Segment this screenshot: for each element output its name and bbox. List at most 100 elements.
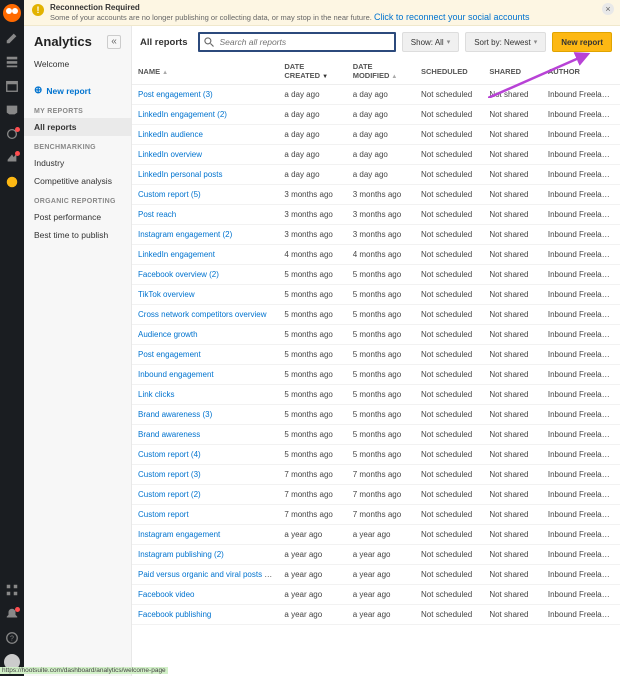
table-row[interactable]: Post engagement (3)a day agoa day agoNot… xyxy=(132,85,620,105)
analytics-icon[interactable] xyxy=(4,174,20,190)
cell-shared: Not shared xyxy=(483,505,542,525)
table-row[interactable]: Link clicks5 months ago5 months agoNot s… xyxy=(132,385,620,405)
report-link[interactable]: Facebook publishing xyxy=(138,610,211,619)
table-row[interactable]: Brand awareness5 months ago5 months agoN… xyxy=(132,425,620,445)
table-row[interactable]: Post reach3 months ago3 months agoNot sc… xyxy=(132,205,620,225)
table-row[interactable]: Cross network competitors overview5 mont… xyxy=(132,305,620,325)
table-row[interactable]: LinkedIn engagement (2)a day agoa day ag… xyxy=(132,105,620,125)
report-link[interactable]: Cross network competitors overview xyxy=(138,310,266,319)
table-row[interactable]: LinkedIn engagement4 months ago4 months … xyxy=(132,245,620,265)
ads-icon[interactable] xyxy=(4,150,20,166)
col-shared[interactable]: SHARED xyxy=(483,58,542,85)
table-row[interactable]: Custom report7 months ago7 months agoNot… xyxy=(132,505,620,525)
cell-scheduled: Not scheduled xyxy=(415,605,483,625)
table-row[interactable]: Instagram engagement (2)3 months ago3 mo… xyxy=(132,225,620,245)
cell-scheduled: Not scheduled xyxy=(415,165,483,185)
report-link[interactable]: TikTok overview xyxy=(138,290,195,299)
cell-name: Instagram engagement (2) xyxy=(132,225,278,245)
report-link[interactable]: LinkedIn personal posts xyxy=(138,170,223,179)
table-row[interactable]: Custom report (4)5 months ago5 months ag… xyxy=(132,445,620,465)
col-name[interactable]: NAME▲ xyxy=(132,58,278,85)
table-row[interactable]: Brand awareness (3)5 months ago5 months … xyxy=(132,405,620,425)
report-link[interactable]: Brand awareness xyxy=(138,430,200,439)
table-row[interactable]: Facebook overview (2)5 months ago5 month… xyxy=(132,265,620,285)
table-row[interactable]: TikTok overview5 months ago5 months agoN… xyxy=(132,285,620,305)
close-icon[interactable]: × xyxy=(602,3,614,15)
report-link[interactable]: Inbound engagement xyxy=(138,370,214,379)
report-link[interactable]: Custom report (3) xyxy=(138,470,201,479)
sidebar-new-report[interactable]: New report xyxy=(24,81,131,100)
report-link[interactable]: Audience growth xyxy=(138,330,198,339)
sort-button[interactable]: Sort by: Newest▾ xyxy=(465,32,546,52)
table-row[interactable]: LinkedIn audiencea day agoa day agoNot s… xyxy=(132,125,620,145)
report-link[interactable]: LinkedIn engagement xyxy=(138,250,215,259)
cell-date-modified: a year ago xyxy=(347,585,415,605)
report-link[interactable]: Brand awareness (3) xyxy=(138,410,212,419)
sidebar-item-post-performance[interactable]: Post performance xyxy=(24,208,131,226)
report-link[interactable]: Custom report (5) xyxy=(138,190,201,199)
show-filter-button[interactable]: Show: All▾ xyxy=(402,32,459,52)
table-row[interactable]: Post engagement5 months ago5 months agoN… xyxy=(132,345,620,365)
collapse-sidebar-button[interactable]: « xyxy=(107,35,121,49)
table-row[interactable]: Custom report (5)3 months ago3 months ag… xyxy=(132,185,620,205)
report-link[interactable]: Post engagement (3) xyxy=(138,90,213,99)
notifications-icon[interactable] xyxy=(4,606,20,622)
report-link[interactable]: LinkedIn audience xyxy=(138,130,203,139)
report-link[interactable]: Custom report xyxy=(138,510,189,519)
table-row[interactable]: Audience growth5 months ago5 months agoN… xyxy=(132,325,620,345)
col-date-modified[interactable]: DATE MODIFIED▲ xyxy=(347,58,415,85)
cell-date-modified: 5 months ago xyxy=(347,405,415,425)
table-row[interactable]: Instagram publishing (2)a year agoa year… xyxy=(132,545,620,565)
inbox-icon[interactable] xyxy=(4,102,20,118)
report-link[interactable]: Post engagement xyxy=(138,350,201,359)
report-link[interactable]: Instagram engagement xyxy=(138,530,220,539)
publisher-icon[interactable] xyxy=(4,126,20,142)
table-row[interactable]: Instagram engagementa year agoa year ago… xyxy=(132,525,620,545)
apps-icon[interactable] xyxy=(4,582,20,598)
table-row[interactable]: Inbound engagement5 months ago5 months a… xyxy=(132,365,620,385)
report-link[interactable]: Link clicks xyxy=(138,390,174,399)
streams-icon[interactable] xyxy=(4,54,20,70)
reports-table-scroll[interactable]: NAME▲ DATE CREATED▼ DATE MODIFIED▲ SCHED… xyxy=(132,58,620,676)
compose-icon[interactable] xyxy=(4,30,20,46)
cell-name: Inbound engagement xyxy=(132,365,278,385)
col-author[interactable]: AUTHOR xyxy=(542,58,620,85)
col-scheduled[interactable]: SCHEDULED xyxy=(415,58,483,85)
banner-link[interactable]: Click to reconnect your social accounts xyxy=(374,12,530,22)
cell-date-modified: 3 months ago xyxy=(347,205,415,225)
app-logo[interactable] xyxy=(3,4,21,22)
search-input[interactable] xyxy=(198,32,396,52)
cell-shared: Not shared xyxy=(483,145,542,165)
chevron-down-icon: ▾ xyxy=(447,38,451,46)
calendar-icon[interactable] xyxy=(4,78,20,94)
table-row[interactable]: Facebook videoa year agoa year agoNot sc… xyxy=(132,585,620,605)
sidebar-item-best-time[interactable]: Best time to publish xyxy=(24,226,131,244)
cell-name: Brand awareness xyxy=(132,425,278,445)
table-row[interactable]: LinkedIn personal postsa day agoa day ag… xyxy=(132,165,620,185)
table-row[interactable]: LinkedIn overviewa day agoa day agoNot s… xyxy=(132,145,620,165)
report-link[interactable]: Instagram engagement (2) xyxy=(138,230,232,239)
cell-author: Inbound Freelance O… xyxy=(542,565,620,585)
report-link[interactable]: Post reach xyxy=(138,210,176,219)
table-row[interactable]: Facebook publishinga year agoa year agoN… xyxy=(132,605,620,625)
cell-date-created: 3 months ago xyxy=(278,205,346,225)
report-link[interactable]: Custom report (4) xyxy=(138,450,201,459)
new-report-button[interactable]: New report xyxy=(552,32,612,52)
report-link[interactable]: LinkedIn overview xyxy=(138,150,202,159)
report-link[interactable]: Custom report (2) xyxy=(138,490,201,499)
sidebar-item-all-reports[interactable]: All reports xyxy=(24,118,131,136)
help-icon[interactable]: ? xyxy=(4,630,20,646)
sidebar-item-industry[interactable]: Industry xyxy=(24,154,131,172)
report-link[interactable]: Instagram publishing (2) xyxy=(138,550,224,559)
sidebar-item-welcome[interactable]: Welcome xyxy=(24,55,131,73)
table-row[interactable]: Custom report (3)7 months ago7 months ag… xyxy=(132,465,620,485)
report-link[interactable]: Facebook overview (2) xyxy=(138,270,219,279)
report-link[interactable]: Facebook video xyxy=(138,590,194,599)
sidebar-item-competitive[interactable]: Competitive analysis xyxy=(24,172,131,190)
table-row[interactable]: Paid versus organic and viral posts (2)a… xyxy=(132,565,620,585)
report-link[interactable]: Paid versus organic and viral posts (2) xyxy=(138,570,274,579)
cell-scheduled: Not scheduled xyxy=(415,265,483,285)
col-date-created[interactable]: DATE CREATED▼ xyxy=(278,58,346,85)
report-link[interactable]: LinkedIn engagement (2) xyxy=(138,110,227,119)
table-row[interactable]: Custom report (2)7 months ago7 months ag… xyxy=(132,485,620,505)
